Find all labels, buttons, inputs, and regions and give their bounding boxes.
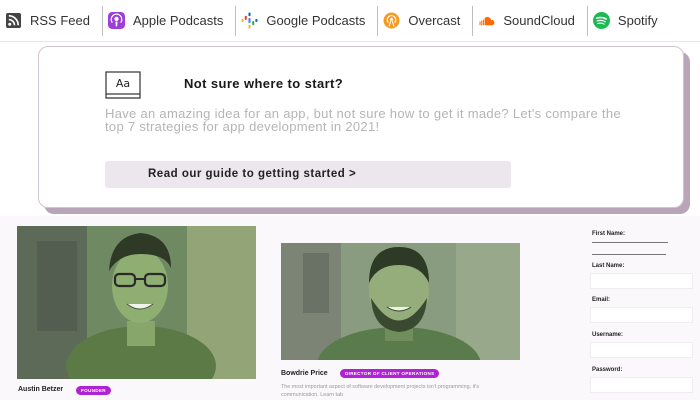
first-name-field[interactable] (592, 242, 668, 243)
team-member-role-badge: DIRECTOR OF CLIENT OPERATIONS (340, 369, 440, 378)
signup-form: First Name: Last Name: Email: Username: … (590, 226, 700, 400)
last-name-label: Last Name: (592, 263, 625, 269)
email-label: Email: (592, 297, 611, 303)
last-name-field[interactable] (590, 273, 693, 289)
first-name-label: First Name: (592, 231, 626, 237)
book-icon: Aa (105, 71, 141, 99)
soundcloud-link[interactable]: SoundCloud (473, 0, 587, 42)
soundcloud-icon (478, 12, 495, 29)
overcast-label: Overcast (408, 13, 461, 28)
cta-body: Have an amazing idea for an app, but not… (105, 106, 621, 134)
book-icon-text: Aa (116, 77, 130, 90)
google-podcasts-label: Google Podcasts (266, 13, 366, 28)
apple-podcasts-link[interactable]: Apple Podcasts (103, 0, 235, 42)
cta-card: Aa Not sure where to start? Have an amaz… (38, 46, 684, 208)
password-field[interactable] (590, 377, 693, 393)
username-label: Username: (592, 332, 624, 338)
overcast-link[interactable]: Overcast (378, 0, 472, 42)
google-podcasts-link[interactable]: Google Podcasts (236, 0, 377, 42)
team-photo-austin (17, 226, 256, 379)
subscribe-bar: RSS Feed Apple Podcasts Google Podcasts (0, 0, 700, 42)
spotify-link[interactable]: Spotify (588, 0, 670, 42)
rss-icon (5, 12, 22, 29)
password-label: Password: (592, 367, 623, 373)
username-field[interactable] (590, 342, 693, 358)
team-member-name: Bowdrie Price (281, 370, 328, 377)
team-member-role-badge: FOUNDER (76, 386, 111, 395)
apple-podcasts-icon (107, 12, 125, 29)
team-member-name: Austin Betzer (18, 386, 64, 393)
team-photo-bowdrie (281, 243, 520, 360)
soundcloud-label: SoundCloud (503, 13, 575, 28)
overcast-icon (383, 12, 400, 29)
email-field[interactable] (590, 307, 693, 323)
rss-feed-label: RSS Feed (30, 13, 90, 28)
read-guide-button[interactable]: Read our guide to getting started > (105, 161, 511, 188)
team-member-description: The most important aspect of software de… (281, 384, 480, 398)
google-podcasts-icon (241, 12, 258, 29)
cta-title: Not sure where to start? (184, 76, 344, 91)
apple-podcasts-label: Apple Podcasts (132, 13, 224, 28)
spotify-label: Spotify (617, 13, 658, 28)
first-name-underline (592, 254, 666, 255)
spotify-icon (592, 12, 610, 29)
rss-feed-link[interactable]: RSS Feed (0, 0, 102, 42)
